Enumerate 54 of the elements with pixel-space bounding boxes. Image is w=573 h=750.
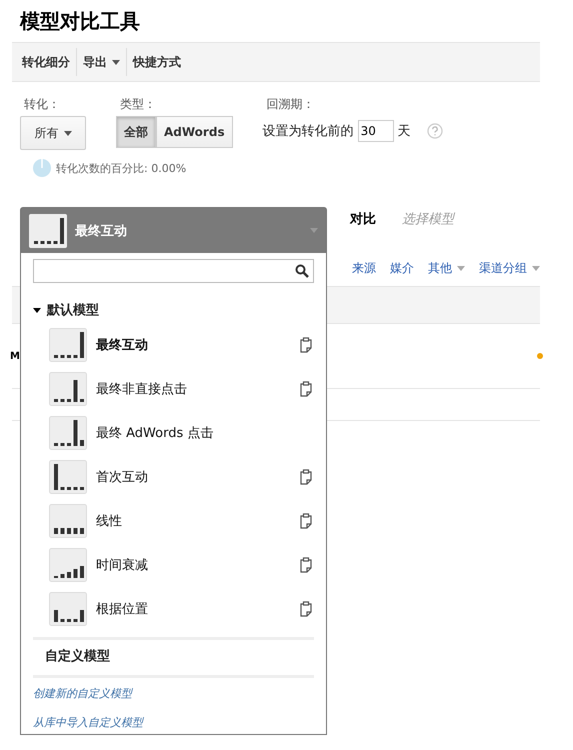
model-bars-icon <box>49 372 87 406</box>
model-bars-icon <box>49 504 87 538</box>
model-option[interactable]: 最终非直接点击 <box>96 380 291 398</box>
caret-icon <box>532 266 540 271</box>
search-icon[interactable] <box>295 264 309 278</box>
section-header: 自定义模型 <box>44 648 111 666</box>
clipboard-icon[interactable] <box>300 601 312 617</box>
toolbar-button[interactable]: 导出 <box>77 48 127 76</box>
type-toggle[interactable]: AdWords <box>156 116 233 148</box>
clipboard-icon[interactable] <box>300 557 312 573</box>
model-selector[interactable]: 最终互动 <box>21 208 326 253</box>
model-option[interactable]: 线性 <box>96 512 291 530</box>
caret-icon <box>112 60 120 65</box>
conversion-label: 转化： <box>23 96 61 110</box>
model-option[interactable]: 最终 AdWords 点击 <box>96 424 312 442</box>
clipboard-icon[interactable] <box>300 513 312 529</box>
days-input[interactable]: 30 <box>358 120 394 142</box>
conversion-dropdown[interactable]: 所有 <box>20 116 86 150</box>
model-bars-icon <box>49 548 87 582</box>
percent-text: 转化次数的百分比: 0.00% <box>56 160 186 176</box>
toolbar-button[interactable]: 转化细分 <box>16 48 77 76</box>
type-label: 类型： <box>119 96 157 110</box>
dimension-link[interactable]: 来源 <box>352 260 376 276</box>
expand-icon[interactable] <box>33 308 41 312</box>
model-bars-icon <box>49 416 87 450</box>
menu-link[interactable]: 创建新的自定义模型 <box>21 678 132 707</box>
model-bars-icon <box>49 328 87 362</box>
search-field[interactable] <box>33 259 314 283</box>
table-cell: M <box>10 350 20 362</box>
page-title: 模型对比工具 <box>18 8 141 35</box>
clipboard-icon[interactable] <box>300 469 312 485</box>
model-option[interactable]: 根据位置 <box>96 600 291 618</box>
dimension-link[interactable]: 渠道分组 <box>479 260 540 276</box>
model-option[interactable]: 时间衰减 <box>96 556 291 574</box>
clipboard-icon[interactable] <box>300 381 312 397</box>
lookback-label: 回溯期： <box>266 96 316 110</box>
compare-tab[interactable]: 对比 <box>350 210 376 228</box>
menu-link[interactable]: 从库中导入自定义模型 <box>21 707 143 736</box>
model-bars-icon <box>49 592 87 626</box>
section-header[interactable]: 默认模型 <box>33 301 326 319</box>
model-option[interactable]: 最终互动 <box>96 336 291 354</box>
toolbar-button[interactable]: 快捷方式 <box>127 48 187 76</box>
lookback-prefix: 设置为转化前的 <box>262 123 354 140</box>
dimension-link[interactable]: 媒介 <box>390 260 414 276</box>
pie-icon <box>32 158 52 178</box>
type-toggle[interactable]: 全部 <box>116 116 156 148</box>
caret-icon <box>457 266 465 271</box>
model-bars-icon <box>49 460 87 494</box>
model-option[interactable]: 首次互动 <box>96 468 291 486</box>
lookback-suffix: 天 <box>398 123 411 140</box>
dimension-link[interactable]: 其他 <box>428 260 465 276</box>
model-bars-icon <box>29 214 67 248</box>
clipboard-icon[interactable] <box>300 337 312 353</box>
caret-icon <box>64 130 72 136</box>
